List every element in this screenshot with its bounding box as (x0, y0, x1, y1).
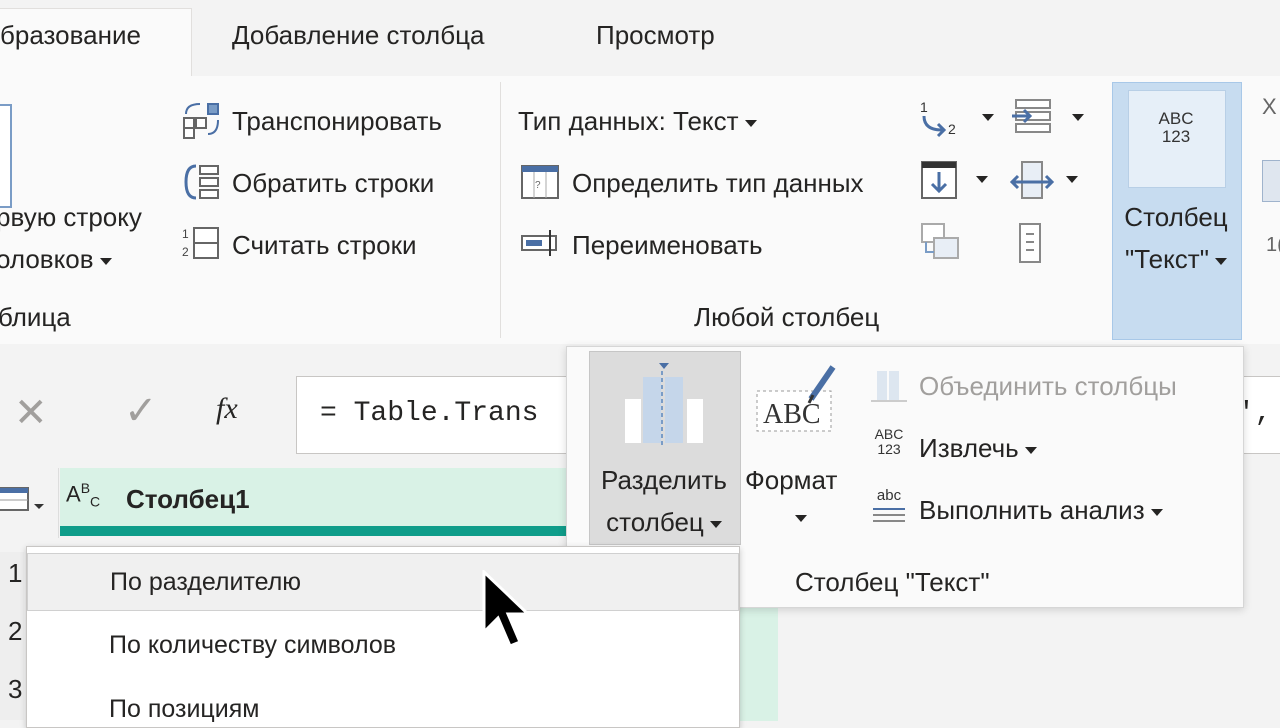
replace-values-icon[interactable]: 1 2 (918, 98, 964, 138)
rename-icon (521, 230, 557, 256)
fill-down-icon[interactable] (920, 160, 960, 200)
svg-text:?: ? (535, 180, 541, 191)
chevron-down-icon[interactable] (1066, 176, 1078, 183)
svg-text:2: 2 (948, 121, 956, 137)
confirm-icon[interactable]: ✓ (124, 388, 158, 434)
chevron-down-icon[interactable] (1072, 114, 1084, 121)
reverse-rows-icon (184, 164, 219, 200)
merge-columns-button[interactable]: Объединить столбцы (919, 371, 1177, 402)
column-selection-bar (60, 526, 566, 536)
reverse-rows-button[interactable]: Обратить строки (232, 168, 434, 199)
row-number[interactable]: 3 (8, 674, 22, 705)
chevron-down-icon (99, 257, 112, 265)
text-type-icon[interactable]: ABC (66, 480, 100, 510)
partial-standard-icon (1262, 160, 1280, 202)
extract-icon: ABC 123 (874, 426, 904, 457)
split-column-label-1: Разделить (601, 465, 727, 495)
count-rows-button[interactable]: Считать строки (232, 230, 416, 261)
merge-columns-icon (871, 371, 907, 402)
svg-text:ABC: ABC (763, 399, 821, 430)
format-icon: ABC (756, 365, 836, 432)
ribbon-tab-bar: бразование Добавление столбца Просмотр (0, 0, 1280, 81)
mouse-cursor-icon (482, 570, 532, 648)
row-number[interactable]: 1 (8, 558, 22, 589)
extract-button[interactable]: Извлечь (919, 433, 1037, 464)
group-divider (500, 82, 501, 338)
column-name: Столбец1 (126, 484, 250, 514)
svg-text:2: 2 (182, 245, 189, 259)
parse-icon: abc (873, 487, 905, 522)
partial-number-icon: 1( (1266, 234, 1280, 256)
first-row-label-2[interactable]: оловков (0, 244, 112, 275)
chevron-down-icon (1214, 257, 1227, 265)
data-type-dropdown[interactable]: Тип данных: Текст (518, 106, 757, 137)
first-row-label-1[interactable]: рвую строку (0, 202, 142, 233)
chevron-down-icon (1150, 508, 1163, 516)
table-menu-button[interactable] (0, 468, 59, 538)
parse-button[interactable]: Выполнить анализ (919, 495, 1163, 526)
format-button[interactable]: Формат (745, 465, 837, 496)
data-cells (736, 598, 778, 721)
chevron-down-icon[interactable] (976, 176, 988, 183)
text-column-label-2: "Текст" (1118, 244, 1234, 275)
menu-item-by-number-of-characters[interactable]: По количеству символов (27, 617, 739, 675)
convert-to-list-icon (1019, 223, 1041, 263)
move-column-icon[interactable] (1010, 160, 1056, 202)
menu-item-by-positions[interactable]: По позициям (27, 681, 739, 727)
any-column-group-label: Любой столбец (694, 302, 880, 332)
table-group-label: блица (0, 302, 71, 332)
tab-transform[interactable]: бразование (0, 20, 141, 51)
transpose-icon (183, 103, 219, 139)
formula-text: = Table.Trans (320, 398, 539, 429)
text-column-group-label: Столбец "Текст" (795, 567, 990, 597)
tab-add-column[interactable]: Добавление столбца (232, 20, 484, 51)
cancel-icon[interactable]: ✕ (14, 390, 48, 436)
split-column-menu: По разделителю По количеству символов По… (26, 546, 740, 728)
chevron-down-icon (1024, 446, 1037, 454)
chevron-down-icon (709, 520, 722, 528)
unpivot-columns-icon[interactable] (1010, 98, 1056, 138)
partial-x-icon: X (1262, 94, 1277, 119)
row-number[interactable]: 2 (8, 616, 22, 647)
detect-data-type-icon: ? (521, 165, 559, 199)
chevron-down-icon[interactable] (982, 114, 994, 121)
menu-item-label: По количеству символов (109, 631, 397, 659)
tab-view[interactable]: Просмотр (596, 20, 715, 51)
count-rows-icon: 1 2 (182, 227, 219, 259)
split-column-label-2: столбец (595, 507, 733, 538)
abc-123-icon: ABC 123 (1158, 109, 1194, 146)
svg-text:1: 1 (182, 227, 189, 241)
detect-data-type-button[interactable]: Определить тип данных (572, 168, 864, 199)
text-column-label-1: Столбец (1124, 202, 1228, 232)
chevron-down-icon[interactable] (795, 515, 807, 522)
svg-text:1: 1 (920, 99, 928, 115)
use-first-row-icon (0, 104, 12, 208)
split-column-icon (625, 363, 703, 445)
menu-item-label: По разделителю (110, 568, 302, 596)
fx-icon[interactable]: fx (216, 392, 238, 426)
ribbon: рвую строку оловков Транспонировать Обра… (0, 76, 1280, 345)
transpose-button[interactable]: Транспонировать (232, 106, 442, 137)
table-icon (0, 487, 44, 511)
rename-button[interactable]: Переименовать (572, 230, 763, 261)
menu-item-by-delimiter[interactable]: По разделителю (27, 553, 739, 611)
pivot-column-icon (921, 223, 959, 259)
chevron-down-icon (744, 119, 757, 127)
